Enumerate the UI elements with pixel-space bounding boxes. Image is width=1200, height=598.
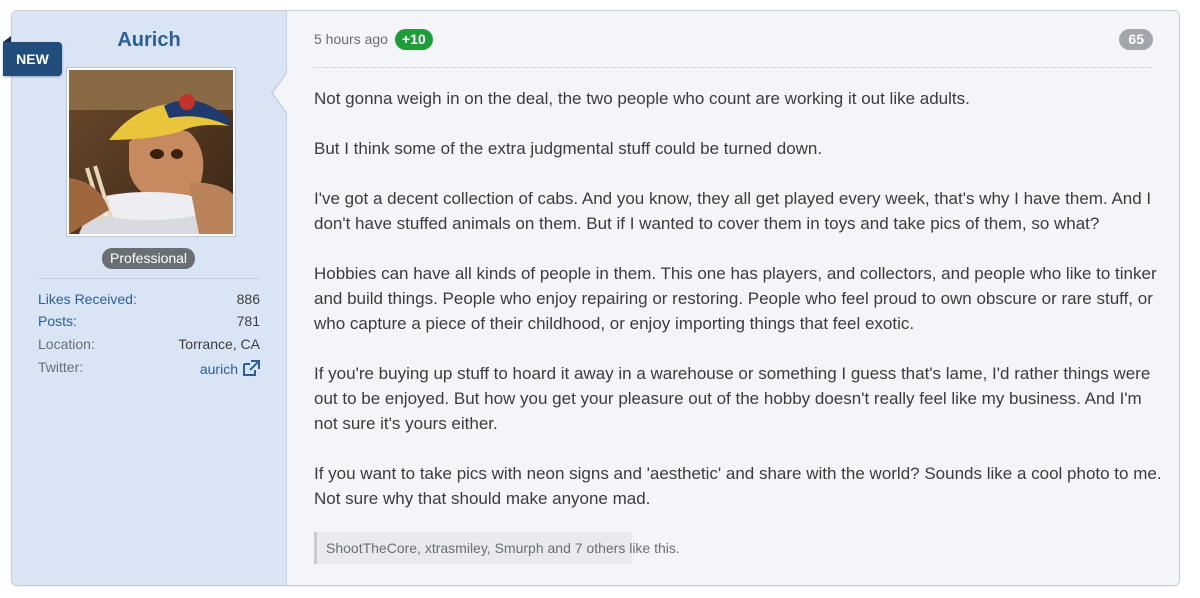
post-paragraph: But I think some of the extra judgmental…	[314, 139, 823, 158]
new-user-badge: NEW	[3, 42, 62, 76]
forum-post: Aurich Professional Likes Received: 886 …	[11, 10, 1180, 586]
rating-badge[interactable]: +10	[395, 29, 433, 50]
stat-value: 781	[236, 313, 260, 329]
user-title-badge: Professional	[102, 248, 196, 269]
post-content: 5 hours ago +10 65 Not gonna weigh in on…	[287, 11, 1179, 585]
twitter-handle[interactable]: aurich	[200, 361, 238, 377]
post-number-badge[interactable]: 65	[1119, 29, 1153, 50]
likes-summary[interactable]: ShootTheCore, xtrasmiley, Smurph and 7 o…	[314, 532, 680, 564]
external-link-icon[interactable]	[242, 360, 260, 377]
divider	[314, 67, 1152, 68]
twitter-link[interactable]: aurich	[200, 360, 260, 377]
divider	[38, 278, 260, 279]
post-paragraph: Not gonna weigh in on the deal, the two …	[314, 89, 970, 108]
post-paragraph: If you want to take pics with neon signs…	[314, 464, 1162, 508]
stat-label: Likes Received:	[38, 291, 137, 307]
user-avatar[interactable]	[67, 68, 235, 236]
stat-twitter: Twitter: aurich	[38, 359, 260, 381]
speech-arrow-inner	[273, 72, 288, 114]
stat-value: 886	[236, 291, 260, 307]
stat-label: Location:	[38, 336, 95, 352]
post-paragraph: If you're buying up stuff to hoard it aw…	[314, 364, 1151, 433]
user-info-panel: Aurich Professional Likes Received: 886 …	[12, 11, 287, 585]
post-body: Not gonna weigh in on the deal, the two …	[314, 86, 1164, 536]
stat-label[interactable]: Posts:	[38, 313, 77, 329]
post-paragraph: I've got a decent collection of cabs. An…	[314, 189, 1152, 233]
stat-label: Twitter:	[38, 359, 84, 375]
stat-value: Torrance, CA	[178, 336, 260, 352]
post-timestamp[interactable]: 5 hours ago	[314, 31, 388, 47]
post-paragraph: Hobbies can have all kinds of people in …	[314, 264, 1157, 333]
